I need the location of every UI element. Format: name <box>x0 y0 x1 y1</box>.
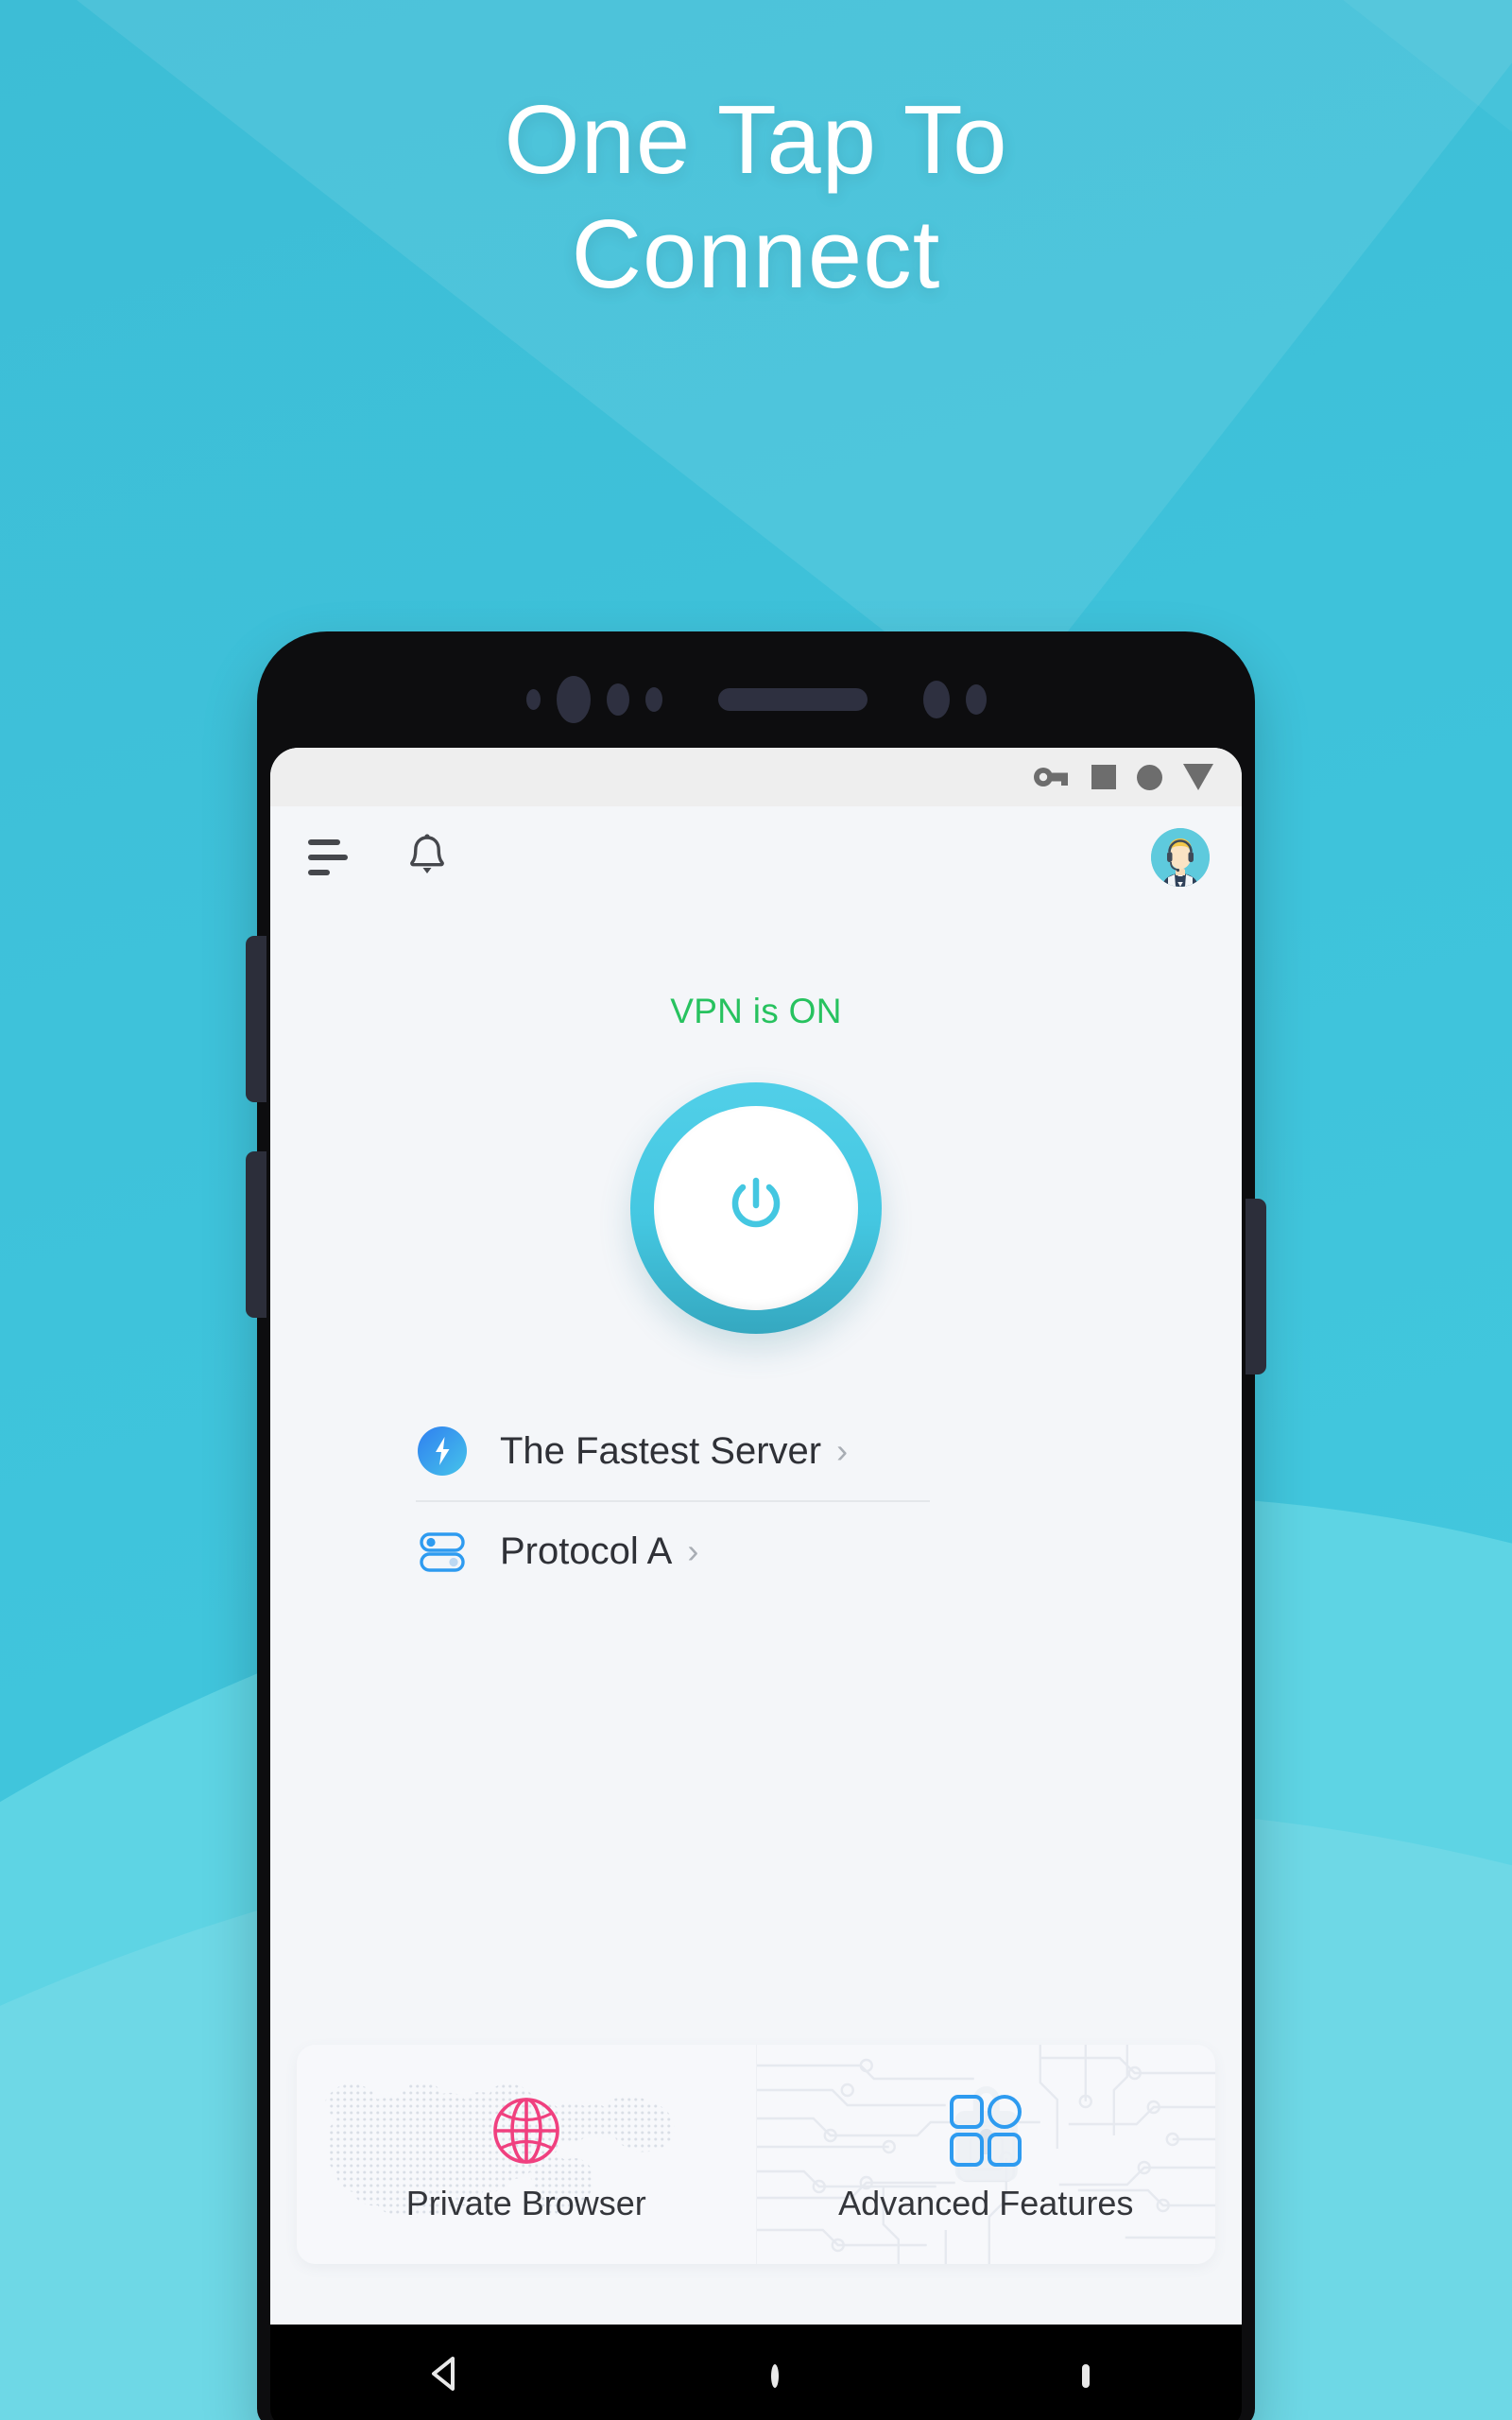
iris-scanner-icon <box>922 681 950 718</box>
front-camera-icon <box>556 676 591 723</box>
proximity-sensor-icon <box>606 683 629 716</box>
vpn-status-text: VPN is ON <box>670 992 842 1030</box>
power-button-area <box>270 1082 1242 1334</box>
promo-banner: One Tap To Connect VPN is ON The Fastest… <box>0 0 1512 2420</box>
signal-icon <box>1091 765 1116 789</box>
support-agent-avatar[interactable] <box>1151 828 1210 887</box>
led-indicator-icon <box>965 684 987 715</box>
recents-square-icon[interactable] <box>1082 2363 1091 2388</box>
card-private-browser[interactable]: Private Browser <box>297 2045 756 2264</box>
light-sensor-icon <box>644 687 662 712</box>
headline-line-1: One Tap To <box>504 85 1008 194</box>
card-label-advanced-features: Advanced Features <box>838 2184 1134 2222</box>
power-icon <box>719 1169 793 1248</box>
earpiece-speaker-icon <box>717 688 868 711</box>
phone-top-sensors <box>257 676 1255 723</box>
vpn-key-icon <box>1033 764 1071 790</box>
row-label-protocol: Protocol A <box>500 1530 673 1572</box>
vpn-power-button[interactable] <box>630 1082 882 1334</box>
row-protocol[interactable]: Protocol A › <box>270 1502 1242 1600</box>
phone-power-button[interactable] <box>1246 1199 1266 1374</box>
card-label-private-browser: Private Browser <box>405 2184 646 2222</box>
volume-down-button[interactable] <box>246 1151 266 1318</box>
globe-icon <box>485 2085 568 2176</box>
headline-line-2: Connect <box>571 199 941 308</box>
row-label-fastest-server: The Fastest Server <box>500 1429 822 1472</box>
battery-icon <box>1183 764 1213 790</box>
promo-headline: One Tap To Connect <box>0 83 1512 311</box>
volume-up-button[interactable] <box>246 936 266 1102</box>
power-button-inner <box>654 1106 858 1310</box>
home-circle-icon[interactable] <box>770 2363 779 2388</box>
grid-squares-icon <box>945 2085 1026 2176</box>
sensor-dot-icon <box>525 689 541 710</box>
chevron-right-icon: › <box>836 1431 849 1470</box>
app-top-bar <box>270 806 1242 908</box>
chevron-right-icon: › <box>687 1531 699 1570</box>
wifi-icon <box>1137 764 1162 790</box>
android-status-bar <box>270 748 1242 806</box>
bottom-card-row: Private Browser Advanced Features <box>297 2045 1215 2264</box>
bell-icon[interactable] <box>404 831 450 885</box>
settings-rows: The Fastest Server › Protocol A › <box>270 1402 1242 1600</box>
protocol-toggles-icon <box>416 1525 469 1578</box>
hamburger-menu-icon[interactable] <box>308 839 352 875</box>
android-navigation-bar <box>270 2325 1242 2420</box>
card-advanced-features[interactable]: Advanced Features <box>755 2045 1215 2264</box>
lightning-bolt-icon <box>416 1425 469 1478</box>
back-triangle-icon[interactable] <box>422 2351 468 2401</box>
phone-mockup: VPN is ON The Fastest Server › Protocol … <box>246 631 1266 2420</box>
phone-screen: VPN is ON The Fastest Server › Protocol … <box>270 748 1242 2325</box>
row-fastest-server[interactable]: The Fastest Server › <box>270 1402 1242 1500</box>
